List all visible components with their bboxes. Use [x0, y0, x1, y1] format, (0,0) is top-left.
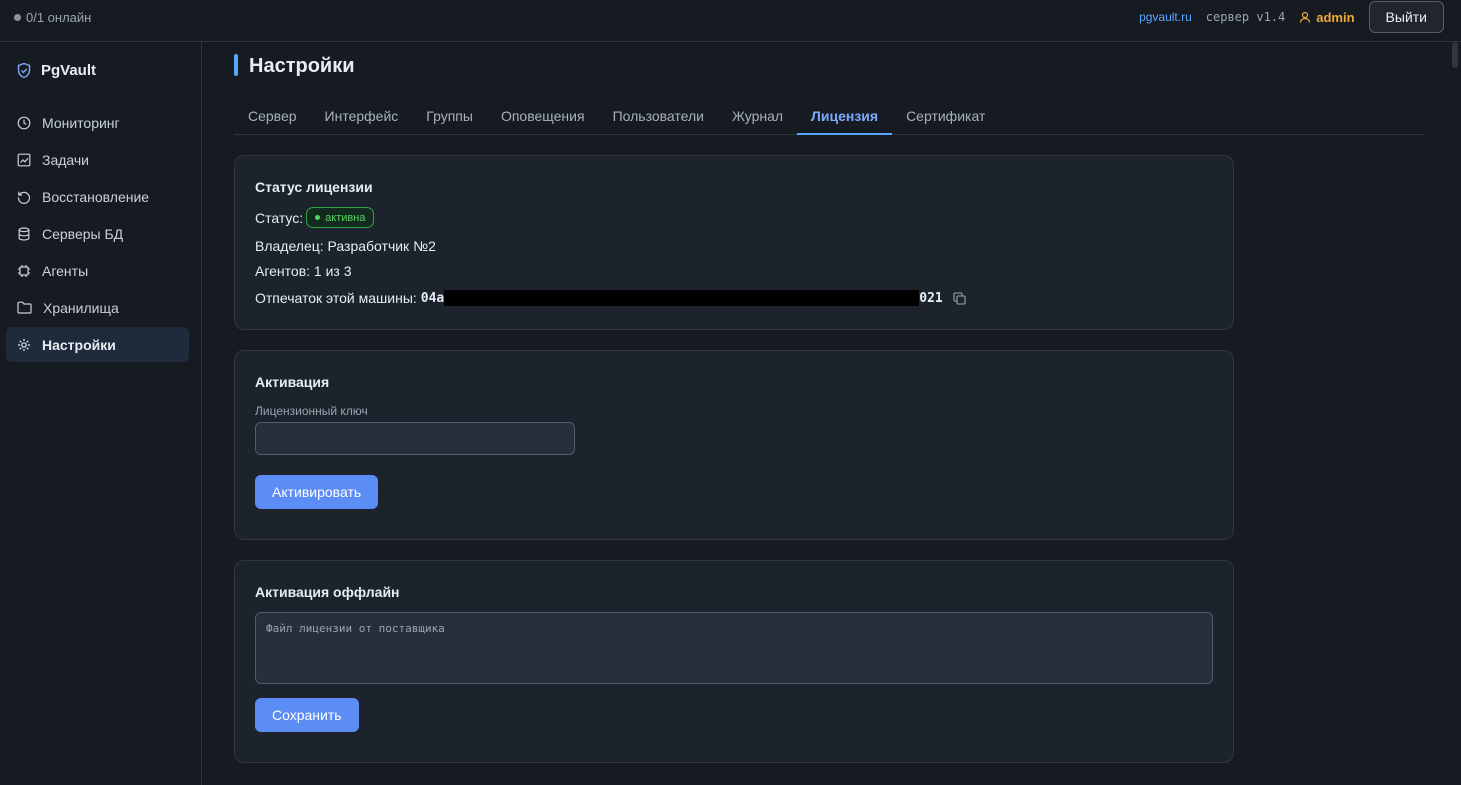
fingerprint-label: Отпечаток этой машины:: [255, 290, 417, 306]
database-icon: [18, 226, 30, 241]
license-status-title: Статус лицензии: [255, 179, 373, 195]
server-version: сервер v1.4: [1205, 10, 1286, 24]
status-row: Статус: активна: [255, 207, 375, 228]
folder-icon: [17, 301, 32, 314]
brand-name: PgVault: [41, 62, 97, 79]
offline-activation-title: Активация оффлайн: [255, 584, 400, 600]
status-value: активна: [325, 211, 366, 224]
status-label: Статус:: [255, 209, 304, 226]
tab-groups[interactable]: Группы: [412, 100, 487, 135]
page-title: Настройки: [249, 55, 355, 77]
sidebar: PgVault Мониторинг Задачи Восстановление…: [0, 42, 202, 785]
tab-license[interactable]: Лицензия: [797, 100, 893, 135]
tab-certificate[interactable]: Сертификат: [892, 100, 999, 135]
username: admin: [1316, 9, 1355, 25]
tab-server[interactable]: Сервер: [234, 100, 311, 135]
activation-card: Активация Лицензионный ключ Активировать: [234, 350, 1234, 540]
fingerprint-redacted: [444, 290, 920, 306]
logout-button[interactable]: Выйти: [1368, 1, 1444, 33]
license-status-card: Статус лицензии Статус: активна Владелец…: [234, 155, 1234, 330]
agents-row: Агентов: 1 из 3: [255, 263, 352, 279]
license-key-input[interactable]: [255, 422, 575, 455]
brand[interactable]: PgVault: [16, 62, 96, 79]
sidebar-item-label: Хранилища: [43, 299, 119, 316]
title-accent: [234, 54, 238, 76]
gear-icon: [18, 338, 30, 351]
tab-notifications[interactable]: Оповещения: [487, 100, 599, 135]
sidebar-item-label: Восстановление: [42, 188, 150, 205]
fingerprint-start: 04a: [420, 290, 445, 306]
sidebar-item-storage[interactable]: Хранилища: [6, 290, 189, 325]
sidebar-nav: Мониторинг Задачи Восстановление Серверы…: [6, 105, 189, 364]
top-right: pgvault.ru сервер v1.4 admin Выйти: [1139, 0, 1444, 34]
sidebar-item-restore[interactable]: Восстановление: [6, 179, 189, 214]
sidebar-item-label: Настройки: [42, 336, 116, 353]
scroll-thumb[interactable]: [1452, 42, 1458, 68]
tab-users[interactable]: Пользователи: [599, 100, 718, 135]
sidebar-item-settings[interactable]: Настройки: [6, 327, 189, 362]
chart-icon: [17, 153, 31, 166]
sidebar-item-label: Мониторинг: [42, 114, 120, 131]
sidebar-item-label: Серверы БД: [42, 225, 124, 242]
site-link[interactable]: pgvault.ru: [1139, 10, 1192, 24]
clock-icon: [17, 116, 31, 129]
online-count: 0/1 онлайн: [26, 10, 92, 25]
activation-title: Активация: [255, 374, 330, 390]
sidebar-item-label: Задачи: [42, 151, 90, 168]
online-indicator: 0/1 онлайн: [14, 10, 91, 25]
status-badge: активна: [306, 207, 375, 228]
sidebar-item-tasks[interactable]: Задачи: [6, 142, 189, 177]
status-dot-icon: [315, 215, 321, 220]
shield-icon: [17, 62, 31, 79]
sidebar-item-monitoring[interactable]: Мониторинг: [6, 105, 189, 140]
restore-icon: [17, 191, 31, 204]
top-bar: 0/1 онлайн pgvault.ru сервер v1.4 admin …: [0, 0, 1461, 42]
copy-icon[interactable]: [953, 291, 966, 305]
chip-icon: [18, 264, 30, 277]
tab-journal[interactable]: Журнал: [718, 100, 797, 135]
fingerprint-row: Отпечаток этой машины: 04a 021: [255, 290, 966, 306]
sidebar-item-label: Агенты: [42, 262, 89, 279]
save-button[interactable]: Сохранить: [255, 698, 359, 732]
tab-interface[interactable]: Интерфейс: [311, 100, 413, 135]
status-dot-icon: [14, 14, 21, 21]
main-content: Настройки Сервер Интерфейс Группы Оповещ…: [202, 42, 1461, 785]
sidebar-item-db-servers[interactable]: Серверы БД: [6, 216, 189, 251]
owner-row: Владелец: Разработчик №2: [255, 238, 436, 254]
offline-activation-card: Активация оффлайн Файл лицензии от поста…: [234, 560, 1234, 763]
activate-button[interactable]: Активировать: [255, 475, 379, 509]
page-scrollbar[interactable]: [1449, 42, 1461, 785]
license-file-textarea[interactable]: Файл лицензии от поставщика: [255, 612, 1213, 684]
license-key-label: Лицензионный ключ: [255, 404, 368, 418]
user-icon: [1300, 11, 1311, 23]
sidebar-item-agents[interactable]: Агенты: [6, 253, 189, 288]
current-user[interactable]: admin: [1299, 9, 1355, 25]
fingerprint-end: 021: [919, 290, 943, 306]
settings-tabs: Сервер Интерфейс Группы Оповещения Польз…: [234, 100, 1423, 135]
